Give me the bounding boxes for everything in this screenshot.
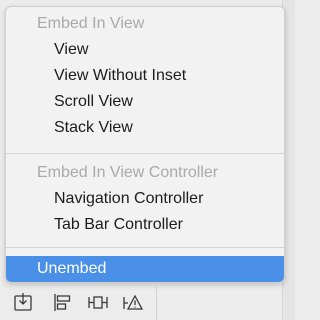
- menu-item-scroll-view[interactable]: Scroll View: [6, 89, 284, 115]
- resolve-issues-icon[interactable]: [122, 291, 144, 313]
- embed-in-icon[interactable]: [12, 291, 34, 313]
- menu-separator: [6, 153, 284, 154]
- add-constraints-icon[interactable]: [87, 291, 109, 313]
- align-icon[interactable]: [51, 291, 73, 313]
- embed-context-menu: Embed In View View View Without Inset Sc…: [5, 6, 285, 283]
- menu-item-view-without-inset[interactable]: View Without Inset: [6, 63, 284, 89]
- toolbar-divider: [156, 286, 157, 320]
- menu-item-view[interactable]: View: [6, 37, 284, 63]
- menu-item-navigation-controller[interactable]: Navigation Controller: [6, 186, 284, 212]
- menu-item-tab-bar-controller[interactable]: Tab Bar Controller: [6, 212, 284, 238]
- section-header-embed-in-view-controller: Embed In View Controller: [37, 164, 219, 181]
- menu-item-unembed[interactable]: Unembed: [6, 256, 284, 282]
- menu-separator: [6, 247, 284, 248]
- menu-item-stack-view[interactable]: Stack View: [6, 115, 284, 141]
- section-header-embed-in-view: Embed In View: [37, 15, 145, 32]
